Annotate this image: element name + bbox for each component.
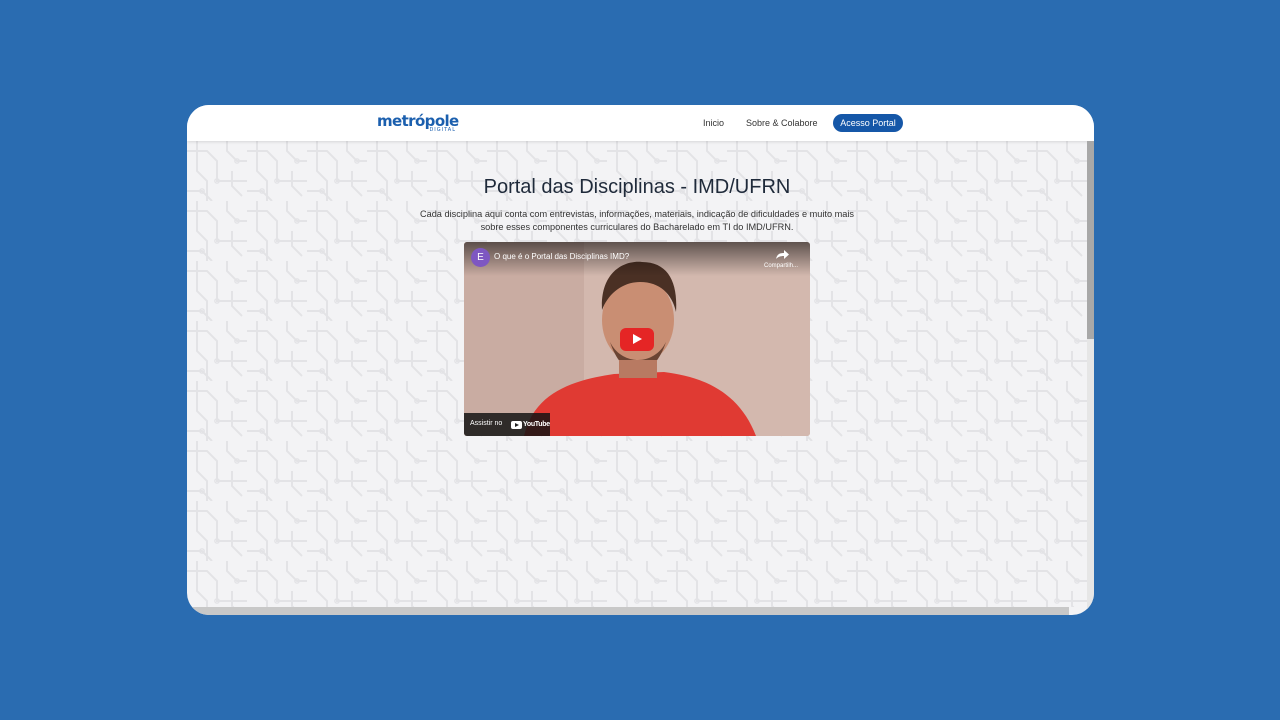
- watch-on-label: Assistir no: [470, 420, 503, 427]
- navbar: metrópole DIGITAL Inicio Sobre & Colabor…: [187, 105, 1094, 141]
- page-title: Portal das Disciplinas - IMD/UFRN: [483, 176, 791, 198]
- nav-link-sobre-colabore[interactable]: Sobre & Colabore: [746, 116, 818, 130]
- share-icon: [776, 250, 789, 259]
- video-embed[interactable]: E O que é o Portal das Disciplinas IMD? …: [464, 242, 810, 436]
- share-label: Compartilh...: [763, 263, 798, 269]
- metropole-logo[interactable]: metrópole DIGITAL: [377, 112, 461, 134]
- video-header: E O que é o Portal das Disciplinas IMD? …: [464, 242, 810, 276]
- youtube-logo: YouTube: [511, 420, 550, 429]
- nav-link-inicio[interactable]: Inicio: [703, 116, 724, 130]
- youtube-icon: [511, 421, 522, 429]
- page-description: Cada disciplina aqui conta com entrevist…: [419, 209, 855, 232]
- share-button[interactable]: Compartilh...: [759, 248, 803, 272]
- play-icon[interactable]: [620, 328, 654, 351]
- logo-subtext: DIGITAL: [429, 127, 456, 133]
- youtube-label: YouTube: [523, 421, 550, 428]
- horizontal-scrollbar[interactable]: [187, 607, 1069, 615]
- channel-avatar[interactable]: E: [471, 248, 490, 267]
- acesso-portal-button[interactable]: Acesso Portal: [833, 114, 903, 132]
- browser-window: metrópole DIGITAL Inicio Sobre & Colabor…: [187, 105, 1094, 615]
- video-title[interactable]: O que é o Portal das Disciplinas IMD?: [494, 252, 629, 262]
- watch-on-youtube-button[interactable]: Assistir no YouTube: [464, 413, 550, 436]
- vertical-scrollbar-thumb[interactable]: [1087, 141, 1094, 339]
